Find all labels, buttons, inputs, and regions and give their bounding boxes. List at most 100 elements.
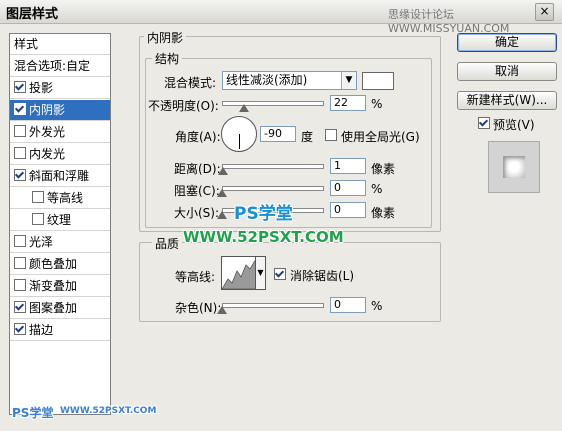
sidebar-checkbox[interactable] <box>14 125 26 137</box>
sidebar-checkbox[interactable] <box>14 81 26 93</box>
sidebar-checkbox[interactable] <box>14 103 26 115</box>
contour-dropdown-icon[interactable]: ▼ <box>255 256 266 290</box>
sidebar-item-label: 斜面和浮雕 <box>29 169 90 183</box>
preview-swatch <box>503 156 525 178</box>
preview-checkbox[interactable] <box>478 117 490 129</box>
sidebar-item-drop-shadow[interactable]: 投影 <box>10 78 110 99</box>
window-title: 图层样式 <box>6 7 59 22</box>
sidebar-checkbox[interactable] <box>14 147 26 159</box>
sidebar-item-label: 纹理 <box>47 213 72 227</box>
watermark-url: WWW.52PSXT.COM <box>183 228 344 246</box>
sidebar-checkbox[interactable] <box>32 213 44 225</box>
angle-label: 角度(A): <box>175 130 221 144</box>
close-button[interactable]: × <box>535 3 554 21</box>
angle-unit: 度 <box>301 130 314 144</box>
global-light-label: 使用全局光(G) <box>341 130 420 144</box>
angle-needle <box>239 134 240 149</box>
footer-watermark: PS学堂 WWW.52PSXT.COM <box>6 402 156 422</box>
blend-mode-label: 混合模式: <box>164 76 217 90</box>
sidebar-item-label: 混合选项:自定 <box>14 59 91 73</box>
sidebar-checkbox[interactable] <box>14 301 26 313</box>
cancel-button[interactable]: 取消 <box>457 62 557 81</box>
antialias-checkbox[interactable] <box>274 268 286 280</box>
choke-input[interactable]: 0 <box>330 180 366 196</box>
angle-dial[interactable] <box>221 116 257 152</box>
sidebar-item-color-overlay[interactable]: 颜色叠加 <box>10 254 110 275</box>
footer-url: WWW.52PSXT.COM <box>60 406 157 416</box>
size-input[interactable]: 0 <box>330 202 366 218</box>
sidebar-item-inner-shadow[interactable]: 内阴影 <box>10 100 110 121</box>
sidebar-item-label: 光泽 <box>29 235 54 249</box>
size-slider-thumb[interactable] <box>217 211 227 219</box>
sidebar-item-label: 样式 <box>14 37 39 51</box>
opacity-slider-thumb[interactable] <box>239 104 249 112</box>
noise-input[interactable]: 0 <box>330 297 366 313</box>
sidebar-checkbox[interactable] <box>14 235 26 247</box>
contour-picker[interactable] <box>221 256 257 290</box>
sidebar-checkbox[interactable] <box>14 169 26 181</box>
sidebar-checkbox[interactable] <box>14 323 26 335</box>
choke-unit: % <box>371 182 383 196</box>
size-unit: 像素 <box>371 206 396 220</box>
choke-label: 阻塞(C): <box>174 184 220 198</box>
preview-label: 预览(V) <box>493 118 535 132</box>
noise-label: 杂色(N): <box>175 301 222 315</box>
footer-ps: PS学堂 <box>12 406 54 420</box>
new-style-button[interactable]: 新建样式(W)... <box>457 91 557 110</box>
choke-slider-thumb[interactable] <box>217 189 227 197</box>
sidebar-item-label: 内阴影 <box>29 103 66 117</box>
choke-slider[interactable] <box>222 186 324 191</box>
contour-label: 等高线: <box>175 270 216 284</box>
noise-slider-thumb[interactable] <box>217 306 227 314</box>
global-light-checkbox[interactable] <box>325 129 337 141</box>
sidebar-item-label: 等高线 <box>47 191 84 205</box>
distance-unit: 像素 <box>371 162 396 176</box>
sidebar-checkbox[interactable] <box>14 279 26 291</box>
sidebar-checkbox[interactable] <box>14 257 26 269</box>
quality-title: 品质 <box>152 235 183 252</box>
shadow-color-swatch[interactable] <box>362 72 394 90</box>
style-list: 样式混合选项:自定投影内阴影外发光内发光斜面和浮雕等高线纹理光泽颜色叠加渐变叠加… <box>9 33 111 415</box>
sidebar-item-label: 内发光 <box>29 147 66 161</box>
structure-title: 结构 <box>152 50 183 67</box>
section-title-overlay: 内阴影 <box>144 29 187 46</box>
sidebar-item-inner-glow[interactable]: 内发光 <box>10 144 110 165</box>
ok-button[interactable]: 确定 <box>457 33 557 52</box>
distance-slider[interactable] <box>222 164 324 169</box>
sidebar-item-label: 图案叠加 <box>29 301 78 315</box>
antialias-label: 消除锯齿(L) <box>290 269 355 283</box>
sidebar-item-outer-glow[interactable]: 外发光 <box>10 122 110 143</box>
title-bar: 图层样式 思缘设计论坛 WWW.MISSYUAN.COM × <box>0 0 562 35</box>
sidebar-item-satin[interactable]: 光泽 <box>10 232 110 253</box>
sidebar-checkbox[interactable] <box>32 191 44 203</box>
distance-input[interactable]: 1 <box>330 158 366 174</box>
sidebar-item-stroke[interactable]: 描边 <box>10 320 110 341</box>
blend-mode-value: 线性减淡(添加) <box>226 73 308 87</box>
sidebar-item-contour[interactable]: 等高线 <box>10 188 110 209</box>
opacity-slider[interactable] <box>222 101 324 106</box>
sidebar-item-pattern-overlay[interactable]: 图案叠加 <box>10 298 110 319</box>
sidebar-item-texture[interactable]: 纹理 <box>10 210 110 231</box>
blend-mode-select[interactable]: 线性减淡(添加) ▼ <box>222 71 357 90</box>
watermark-ps: PS学堂 <box>234 204 293 224</box>
sidebar-item-label: 外发光 <box>29 125 66 139</box>
sidebar-item-label: 投影 <box>29 81 54 95</box>
sidebar-item-blending-options[interactable]: 混合选项:自定 <box>10 56 110 77</box>
sidebar-item-gradient-overlay[interactable]: 渐变叠加 <box>10 276 110 297</box>
style-preview <box>488 141 540 193</box>
opacity-input[interactable]: 22 <box>330 95 366 111</box>
distance-label: 距离(D): <box>174 162 221 176</box>
angle-input[interactable]: -90 <box>260 126 296 142</box>
opacity-label: 不透明度(O): <box>148 99 219 113</box>
noise-unit: % <box>371 299 383 313</box>
contour-curve-icon <box>222 258 256 289</box>
sidebar-item-label: 颜色叠加 <box>29 257 78 271</box>
sidebar-item-label: 渐变叠加 <box>29 279 78 293</box>
size-label: 大小(S): <box>174 206 220 220</box>
sidebar-item-styles-header: 样式 <box>10 34 110 55</box>
noise-slider[interactable] <box>222 303 324 308</box>
chevron-down-icon: ▼ <box>341 72 356 89</box>
sidebar-item-bevel-emboss[interactable]: 斜面和浮雕 <box>10 166 110 187</box>
sidebar-item-label: 描边 <box>29 323 54 337</box>
distance-slider-thumb[interactable] <box>218 167 228 175</box>
